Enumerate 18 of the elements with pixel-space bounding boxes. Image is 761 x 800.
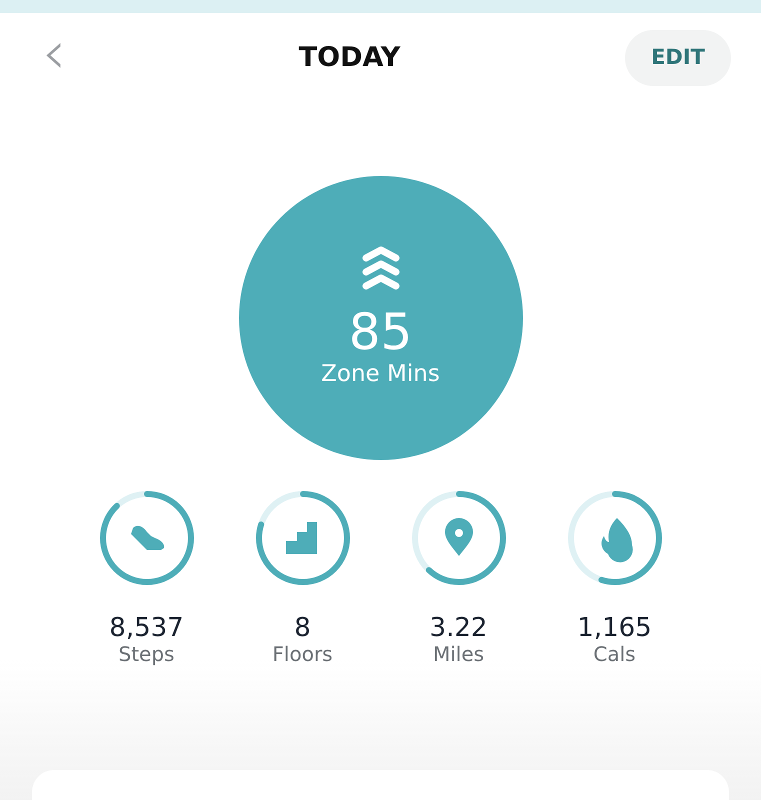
page-title: TODAY	[298, 40, 400, 75]
flame-icon	[601, 518, 632, 562]
stat-label: Cals	[593, 642, 636, 665]
stat-value: 8	[294, 614, 311, 643]
map-pin-icon	[444, 518, 472, 556]
shoe-icon	[130, 526, 164, 550]
stat-value: 8,537	[109, 614, 184, 643]
zone-minutes-circle[interactable]: 85 Zone Mins	[238, 176, 522, 460]
zone-minutes-label: Zone Mins	[321, 360, 440, 389]
stat-value: 3.22	[430, 614, 488, 643]
stat-value: 1,165	[577, 614, 652, 643]
stat-label: Miles	[432, 642, 484, 665]
stat-label: Floors	[272, 642, 333, 665]
stat-label: Steps	[118, 642, 174, 665]
stairs-icon	[286, 522, 316, 554]
zone-minutes-value: 85	[348, 306, 412, 357]
back-button[interactable]: ‹	[34, 23, 74, 83]
edit-button[interactable]: EDIT	[625, 30, 731, 86]
